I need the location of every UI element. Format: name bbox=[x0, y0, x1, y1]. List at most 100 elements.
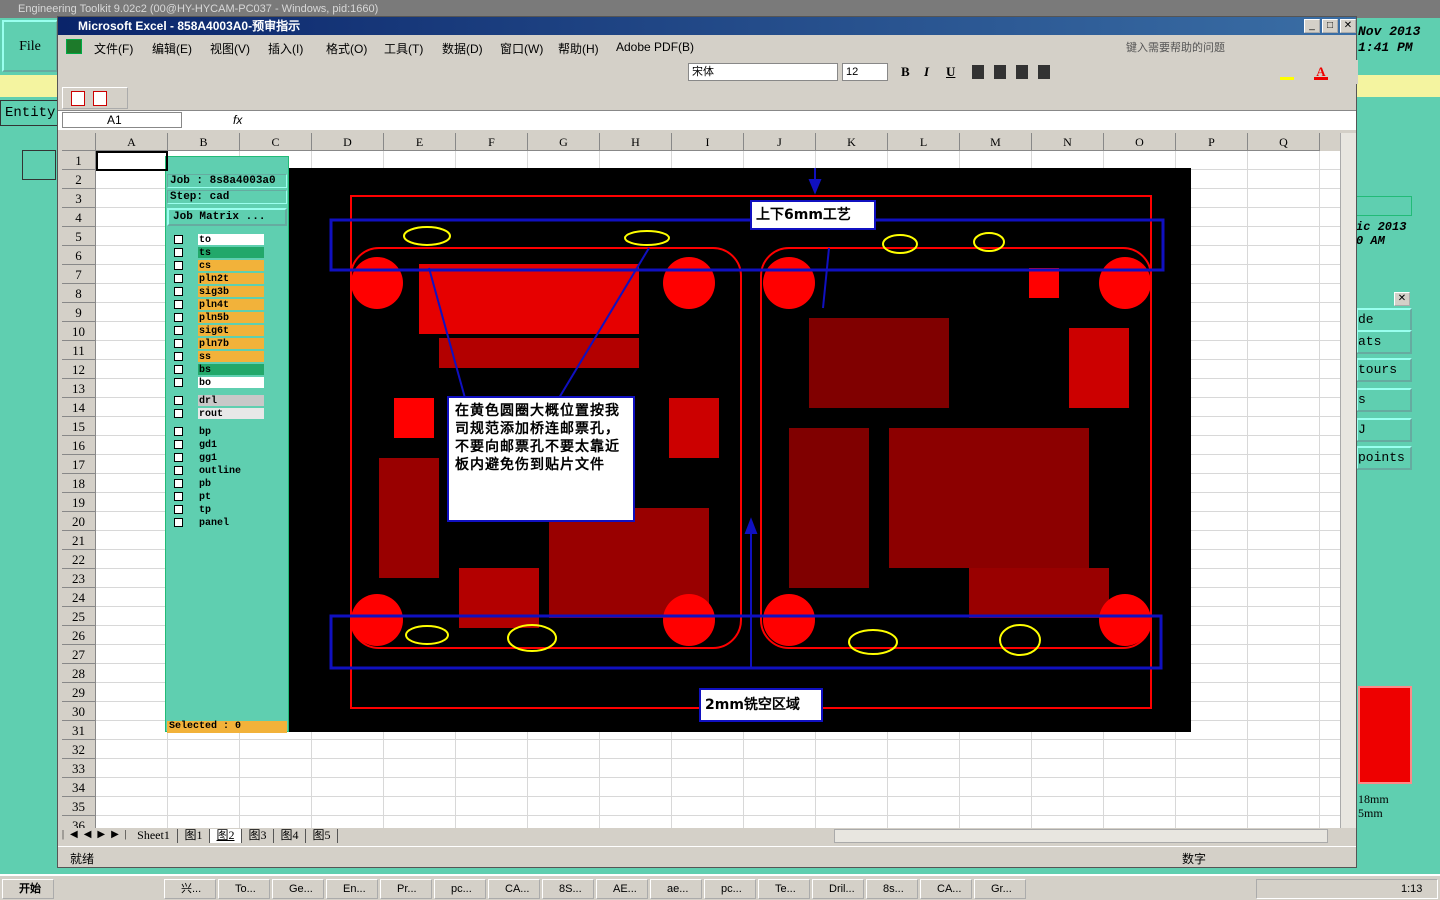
sheet-tab[interactable]: 图2 bbox=[210, 829, 242, 843]
row-header[interactable]: 19 bbox=[62, 493, 96, 512]
taskbar-item[interactable]: En... bbox=[326, 879, 378, 899]
row-header[interactable]: 24 bbox=[62, 588, 96, 607]
layer-checkbox[interactable] bbox=[174, 427, 183, 436]
layer-row[interactable]: panel bbox=[168, 516, 288, 529]
fx-icon[interactable]: fx bbox=[233, 113, 242, 127]
fill-color-icon[interactable] bbox=[1280, 64, 1294, 80]
taskbar-item[interactable]: ae... bbox=[650, 879, 702, 899]
file-button[interactable]: File bbox=[2, 20, 58, 72]
layer-checkbox[interactable] bbox=[174, 313, 183, 322]
layer-checkbox[interactable] bbox=[174, 466, 183, 475]
layer-row[interactable]: sig6t bbox=[168, 324, 288, 337]
row-header[interactable]: 34 bbox=[62, 778, 96, 797]
menu-item[interactable]: 工具(T) bbox=[384, 40, 423, 57]
taskbar-item[interactable]: To... bbox=[218, 879, 270, 899]
vertical-scrollbar[interactable] bbox=[1340, 133, 1356, 829]
bg-panel-item[interactable]: ats bbox=[1356, 330, 1412, 354]
layer-row[interactable]: pb bbox=[168, 477, 288, 490]
menu-item[interactable]: 格式(O) bbox=[326, 40, 367, 57]
row-header[interactable]: 21 bbox=[62, 531, 96, 550]
row-header[interactable]: 30 bbox=[62, 702, 96, 721]
layer-checkbox[interactable] bbox=[174, 235, 183, 244]
sheet-tab[interactable]: 图3 bbox=[242, 829, 274, 843]
pcb-panel-view[interactable]: 上下6mm工艺 2mm铣空区域 在黄色圆圈大概位置按我司规范添加桥连邮票孔，不要… bbox=[289, 168, 1191, 732]
name-box[interactable]: A1 bbox=[62, 112, 182, 128]
menu-item[interactable]: 插入(I) bbox=[268, 40, 303, 57]
taskbar-item[interactable]: CA... bbox=[488, 879, 540, 899]
embedded-cam-screenshot[interactable]: Job : 8s8a4003a0 Step: cad Job Matrix ..… bbox=[165, 156, 1191, 733]
excel-doc-icon[interactable] bbox=[66, 39, 82, 54]
select-all-corner[interactable] bbox=[62, 133, 96, 151]
menu-item[interactable]: 视图(V) bbox=[210, 40, 250, 57]
bg-tool-icons[interactable] bbox=[1372, 532, 1412, 682]
row-header[interactable]: 8 bbox=[62, 284, 96, 303]
row-header[interactable]: 15 bbox=[62, 417, 96, 436]
row-header[interactable]: 3 bbox=[62, 189, 96, 208]
sheet-tab[interactable]: 图4 bbox=[274, 829, 306, 843]
minimize-icon[interactable]: _ bbox=[1304, 19, 1320, 33]
layer-checkbox[interactable] bbox=[174, 274, 183, 283]
quicklaunch-icons[interactable] bbox=[66, 881, 136, 897]
taskbar-item[interactable]: 8S... bbox=[542, 879, 594, 899]
layer-row[interactable]: gg1 bbox=[168, 451, 288, 464]
sheet-nav-arrows[interactable]: |◀◀▶▶| bbox=[62, 829, 133, 840]
bg-panel-item[interactable]: points bbox=[1356, 446, 1412, 470]
column-header[interactable]: J bbox=[744, 133, 816, 151]
layer-row[interactable]: bo bbox=[168, 376, 288, 389]
close-icon[interactable]: ✕ bbox=[1340, 19, 1356, 33]
column-header[interactable]: D bbox=[312, 133, 384, 151]
column-header[interactable]: G bbox=[528, 133, 600, 151]
layer-checkbox[interactable] bbox=[174, 505, 183, 514]
layer-checkbox[interactable] bbox=[174, 396, 183, 405]
row-header[interactable]: 17 bbox=[62, 455, 96, 474]
row-header[interactable]: 22 bbox=[62, 550, 96, 569]
bold-button[interactable]: B bbox=[901, 64, 910, 80]
row-header[interactable]: 23 bbox=[62, 569, 96, 588]
row-header[interactable]: 25 bbox=[62, 607, 96, 626]
bg-panel-item[interactable]: de bbox=[1356, 308, 1412, 332]
layer-checkbox[interactable] bbox=[174, 300, 183, 309]
row-header[interactable]: 28 bbox=[62, 664, 96, 683]
menu-item[interactable]: 文件(F) bbox=[94, 40, 133, 57]
taskbar-item[interactable]: Gr... bbox=[974, 879, 1026, 899]
column-header[interactable]: C bbox=[240, 133, 312, 151]
menu-item[interactable]: Adobe PDF(B) bbox=[616, 40, 694, 54]
layer-row[interactable]: tp bbox=[168, 503, 288, 516]
row-header[interactable]: 26 bbox=[62, 626, 96, 645]
bg-panel-item[interactable]: s bbox=[1356, 388, 1412, 412]
row-header[interactable]: 5 bbox=[62, 227, 96, 246]
taskbar-item[interactable]: Pr... bbox=[380, 879, 432, 899]
menu-item[interactable]: 数据(D) bbox=[442, 40, 483, 57]
job-matrix-button[interactable]: Job Matrix ... bbox=[167, 208, 287, 226]
layer-row[interactable]: pln4t bbox=[168, 298, 288, 311]
column-header[interactable]: Q bbox=[1248, 133, 1320, 151]
column-header[interactable]: F bbox=[456, 133, 528, 151]
row-header[interactable]: 12 bbox=[62, 360, 96, 379]
row-header[interactable]: 29 bbox=[62, 683, 96, 702]
row-header[interactable]: 13 bbox=[62, 379, 96, 398]
layer-row[interactable]: to bbox=[168, 233, 288, 246]
column-header[interactable]: E bbox=[384, 133, 456, 151]
row-header[interactable]: 7 bbox=[62, 265, 96, 284]
maximize-icon[interactable]: □ bbox=[1322, 19, 1338, 33]
pdf-icon[interactable] bbox=[71, 91, 85, 106]
column-header[interactable]: P bbox=[1176, 133, 1248, 151]
start-button[interactable]: 开始 bbox=[2, 879, 54, 899]
layer-row[interactable]: pln7b bbox=[168, 337, 288, 350]
column-header[interactable]: O bbox=[1104, 133, 1176, 151]
layer-checkbox[interactable] bbox=[174, 352, 183, 361]
row-header[interactable]: 6 bbox=[62, 246, 96, 265]
bg-close-icon[interactable]: ✕ bbox=[1394, 292, 1410, 306]
row-header[interactable]: 32 bbox=[62, 740, 96, 759]
menu-item[interactable]: 编辑(E) bbox=[152, 40, 192, 57]
layer-checkbox[interactable] bbox=[174, 492, 183, 501]
taskbar-item[interactable]: 兴... bbox=[164, 879, 216, 899]
row-header[interactable]: 10 bbox=[62, 322, 96, 341]
layer-checkbox[interactable] bbox=[174, 453, 183, 462]
layer-checkbox[interactable] bbox=[174, 248, 183, 257]
row-header[interactable]: 31 bbox=[62, 721, 96, 740]
column-header[interactable]: A bbox=[96, 133, 168, 151]
column-header[interactable]: M bbox=[960, 133, 1032, 151]
layer-checkbox[interactable] bbox=[174, 440, 183, 449]
layer-checkbox[interactable] bbox=[174, 479, 183, 488]
